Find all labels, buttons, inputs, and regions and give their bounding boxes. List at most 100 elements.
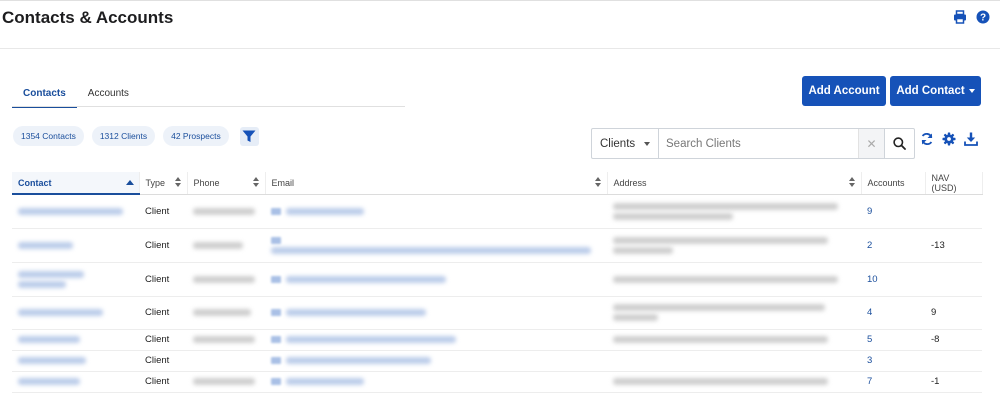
- accounts-count-link[interactable]: 3: [861, 350, 925, 372]
- add-account-button[interactable]: Add Account: [802, 76, 886, 106]
- redacted-address: [613, 314, 658, 321]
- column-phone[interactable]: Phone: [187, 172, 266, 195]
- redacted-address: [613, 275, 838, 283]
- redacted-contact-name: [18, 270, 84, 278]
- download-icon[interactable]: [963, 131, 978, 146]
- help-icon[interactable]: ?: [975, 9, 990, 24]
- redacted-phone: [193, 207, 255, 215]
- email-cell[interactable]: [265, 350, 607, 372]
- nav-cell: -13: [925, 228, 982, 263]
- contact-name-cell[interactable]: [12, 296, 139, 330]
- redacted-contact-name: [18, 336, 80, 343]
- contact-name-cell[interactable]: [12, 228, 139, 263]
- accounts-count-link[interactable]: 5: [861, 329, 925, 351]
- redacted-phone: [193, 309, 251, 316]
- page-title: Contacts & Accounts: [2, 8, 174, 27]
- filter-icon: [242, 130, 256, 142]
- column-accounts[interactable]: Accounts: [861, 172, 926, 195]
- type-cell: Client: [139, 371, 187, 393]
- redacted-contact-name: [18, 378, 80, 385]
- search-scope-select[interactable]: Clients: [592, 129, 659, 158]
- table-row: Client 9: [12, 194, 982, 229]
- refresh-icon[interactable]: [919, 131, 934, 146]
- email-cell[interactable]: [265, 371, 607, 393]
- search-scope-label: Clients: [600, 137, 636, 150]
- mail-icon: [271, 275, 281, 283]
- phone-cell: [187, 262, 265, 297]
- column-contact[interactable]: Contact: [12, 172, 140, 195]
- phone-cell: [187, 228, 265, 263]
- accounts-count-link[interactable]: 7: [861, 371, 925, 393]
- sort-icon: [848, 177, 856, 189]
- redacted-address: [613, 236, 828, 244]
- print-icon[interactable]: [952, 9, 967, 24]
- contact-name-cell[interactable]: [12, 329, 139, 351]
- table-row: Client 10: [12, 262, 982, 297]
- phone-cell: [187, 371, 265, 393]
- email-cell[interactable]: [265, 296, 607, 330]
- redacted-phone: [193, 275, 255, 283]
- accounts-count-link[interactable]: 10: [861, 262, 925, 297]
- accounts-count-link[interactable]: 4: [861, 296, 925, 330]
- type-cell: Client: [139, 228, 187, 263]
- mail-icon: [271, 336, 281, 343]
- redacted-address: [613, 246, 673, 254]
- redacted-email: [286, 309, 426, 316]
- contacts-table: Contact Type Phone Email Address Account…: [12, 172, 983, 393]
- column-nav[interactable]: NAV (USD): [925, 172, 983, 195]
- type-cell: Client: [139, 329, 187, 351]
- phone-cell: [187, 296, 265, 330]
- nav-cell: [925, 194, 982, 229]
- address-cell: [607, 350, 861, 372]
- address-cell: [607, 228, 861, 263]
- contact-name-cell[interactable]: [12, 371, 139, 393]
- search-button[interactable]: [884, 129, 914, 158]
- redacted-address: [613, 378, 828, 385]
- column-label: Accounts: [867, 177, 905, 188]
- clear-search-button[interactable]: ✕: [858, 129, 884, 158]
- email-cell[interactable]: [265, 194, 607, 229]
- redacted-email: [286, 336, 456, 343]
- table-row: Client 4 9: [12, 296, 982, 330]
- redacted-contact-name: [18, 309, 103, 316]
- tab-accounts[interactable]: Accounts: [77, 86, 140, 108]
- accounts-count-link[interactable]: 9: [861, 194, 925, 229]
- nav-cell: -1: [925, 371, 982, 393]
- contact-name-cell[interactable]: [12, 194, 139, 229]
- add-contact-button[interactable]: Add Contact: [890, 76, 981, 106]
- add-contact-label: Add Contact: [896, 85, 965, 97]
- column-label: Address: [613, 177, 647, 188]
- type-cell: Client: [139, 194, 187, 229]
- email-cell[interactable]: [265, 262, 607, 297]
- type-cell: Client: [139, 350, 187, 372]
- table-header-row: Contact Type Phone Email Address Account…: [12, 172, 983, 195]
- table-row: Client 7 -1: [12, 371, 982, 393]
- chip-prospects[interactable]: 42 Prospects: [163, 126, 229, 146]
- contact-name-cell[interactable]: [12, 350, 139, 372]
- column-address[interactable]: Address: [607, 172, 862, 195]
- nav-cell: -8: [925, 329, 982, 351]
- column-email[interactable]: Email: [265, 172, 608, 195]
- column-type[interactable]: Type: [139, 172, 188, 195]
- gear-icon[interactable]: [941, 131, 956, 146]
- nav-cell: 9: [925, 296, 982, 330]
- sort-icon: [594, 177, 602, 189]
- accounts-count-link[interactable]: 2: [861, 228, 925, 263]
- redacted-contact-name: [18, 357, 86, 364]
- email-cell[interactable]: [265, 329, 607, 351]
- email-cell[interactable]: [265, 228, 607, 263]
- chip-clients[interactable]: 1312 Clients: [91, 126, 156, 146]
- address-cell: [607, 262, 861, 297]
- redacted-email: [286, 207, 364, 215]
- tab-contacts[interactable]: Contacts: [12, 86, 77, 108]
- redacted-contact-name: [18, 207, 123, 215]
- chip-contacts[interactable]: 1354 Contacts: [13, 126, 84, 146]
- filter-button[interactable]: [239, 126, 259, 146]
- address-cell: [607, 329, 861, 351]
- redacted-email: [286, 357, 431, 364]
- header-icons: ?: [952, 9, 990, 24]
- search-input[interactable]: [659, 129, 858, 158]
- contact-name-cell[interactable]: [12, 262, 139, 297]
- summary-chips: 1354 Contacts 1312 Clients 42 Prospects: [13, 126, 259, 146]
- search-icon: [893, 137, 906, 150]
